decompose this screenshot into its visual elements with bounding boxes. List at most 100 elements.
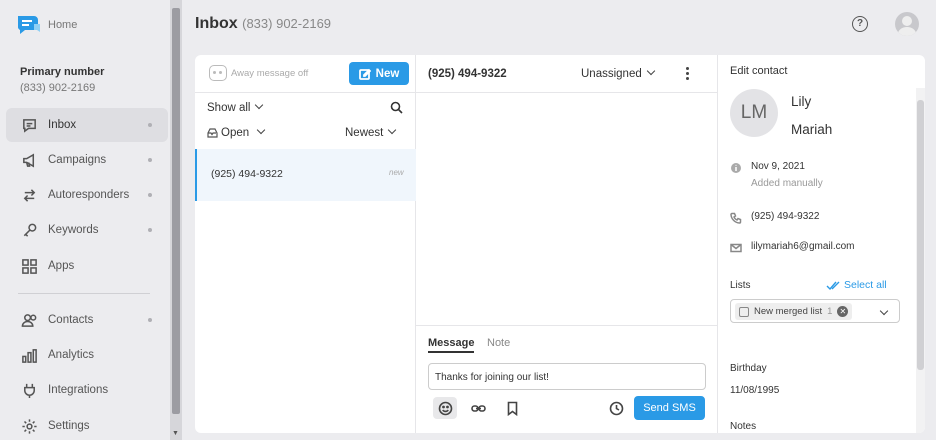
primary-number-value: (833) 902-2169 [20,82,96,94]
more-options-icon[interactable] [686,67,690,82]
sidebar-item-analytics[interactable]: Analytics [6,338,168,372]
megaphone-icon [20,151,38,169]
sort-label: Newest [345,127,384,139]
help-icon[interactable]: ? [852,16,868,32]
sidebar-item-autoresponders[interactable]: Autoresponders [6,178,168,212]
assignee-dropdown[interactable]: Unassigned [581,66,655,80]
sidebar-item-label: Inbox [48,119,77,131]
sidebar: Home Primary number (833) 902-2169 Inbox… [0,0,170,440]
show-all-label: Show all [207,102,251,114]
chat-logo-icon [17,16,40,34]
group-icon [739,306,749,317]
sidebar-item-label: Campaigns [48,154,107,166]
link-icon [470,404,486,412]
lists-select[interactable]: New merged list 1 ✕ [730,299,900,323]
contact-panel: Edit contact LM Lily Mariah Nov 9, 2021 … [718,55,925,433]
tab-message[interactable]: Message [428,337,475,353]
contact-created-row: Nov 9, 2021 Added manually [730,161,823,192]
smiley-icon [438,401,452,415]
grid-icon [20,257,38,275]
away-message-toggle[interactable]: Away message off [209,65,308,81]
sidebar-item-label: Analytics [48,349,95,361]
sidebar-item-label: Keywords [48,224,99,236]
created-source: Added manually [751,178,823,189]
contact-first-name[interactable]: Lily [791,94,811,109]
divider [416,325,718,326]
home-link[interactable]: Home [14,10,77,40]
emoji-button[interactable] [433,397,457,419]
sort-dropdown[interactable]: Newest [345,125,397,139]
chevron-down-icon[interactable] [879,306,889,316]
sidebar-item-label: Apps [48,260,75,272]
contact-phone-row: (925) 494-9322 [730,211,819,225]
sidebar-item-label: Settings [48,420,90,432]
bookmark-button[interactable] [500,397,524,419]
sidebar-item-apps[interactable]: Apps [6,249,168,283]
schedule-button[interactable] [604,397,628,419]
new-button-label: New [375,67,400,80]
remove-chip-icon[interactable]: ✕ [837,306,849,317]
clock-icon [609,401,623,415]
created-date: Nov 9, 2021 [751,161,805,172]
sidebar-item-contacts[interactable]: Contacts [6,303,168,337]
sidebar-item-label: Integrations [48,384,109,396]
user-avatar[interactable] [895,12,919,36]
chevron-down-icon [255,100,264,110]
sidebar-scrollbar-thumb[interactable] [172,8,180,414]
search-icon[interactable] [390,101,403,114]
contact-email[interactable]: lilymariah6@gmail.com [751,238,855,255]
birthday-label: Birthday [730,363,767,374]
scroll-down-arrow-icon[interactable]: ▼ [172,430,179,437]
sidebar-divider [18,293,150,294]
edit-contact-heading: Edit contact [730,65,788,77]
sidebar-item-settings[interactable]: Settings [6,409,168,440]
divider [416,92,718,93]
select-all-link[interactable]: Select all [826,279,887,291]
status-dot [148,123,152,127]
primary-number-label: Primary number [20,66,105,78]
sidebar-item-campaigns[interactable]: Campaigns [6,143,168,177]
conversation-item[interactable]: (925) 494-9322 new [195,149,416,201]
inbox-card: Away message off New Show all Open Newes… [195,55,925,433]
list-chip-count: 1 [827,306,833,317]
lists-label: Lists [730,280,751,291]
assignee-label: Unassigned [581,68,642,80]
chevron-down-icon [646,66,655,76]
status-dot [148,158,152,162]
double-check-icon [826,281,840,290]
away-message-label: Away message off [231,67,309,79]
contact-phone[interactable]: (925) 494-9322 [751,208,819,225]
status-dot [148,318,152,322]
sidebar-item-inbox[interactable]: Inbox [6,108,168,142]
new-badge: new [389,168,404,177]
birthday-value[interactable]: 11/08/1995 [730,385,779,396]
status-filter[interactable]: Open [207,125,266,139]
primary-number-block: Primary number (833) 902-2169 [20,66,104,94]
swap-arrows-icon [20,186,38,204]
people-icon [20,311,38,329]
contact-avatar: LM [730,89,778,137]
contact-email-row: lilymariah6@gmail.com [730,241,855,255]
notes-label: Notes [730,421,757,432]
link-button[interactable] [466,397,490,419]
tab-note[interactable]: Note [487,337,510,349]
sidebar-item-integrations[interactable]: Integrations [6,373,168,407]
thread-phone: (925) 494-9322 [428,68,507,80]
chat-bubble-icon [20,116,38,134]
send-sms-button[interactable]: Send SMS [634,396,705,420]
page-title-phone: (833) 902-2169 [242,16,332,31]
status-filter-label: Open [221,127,250,139]
contact-scrollbar-thumb[interactable] [917,100,924,370]
show-all-filter[interactable]: Show all [207,100,264,114]
message-input[interactable]: Thanks for joining our list! [428,363,706,390]
bar-chart-icon [20,346,38,364]
home-label: Home [48,19,78,31]
conversation-list-panel: Away message off New Show all Open Newes… [195,55,416,433]
contact-last-name[interactable]: Mariah [791,122,832,137]
new-conversation-button[interactable]: New [349,62,409,85]
robot-icon [209,65,227,81]
sidebar-item-keywords[interactable]: Keywords [6,213,168,247]
select-all-label: Select all [844,279,887,291]
divider [195,92,416,93]
page-title-text: Inbox [195,15,238,32]
